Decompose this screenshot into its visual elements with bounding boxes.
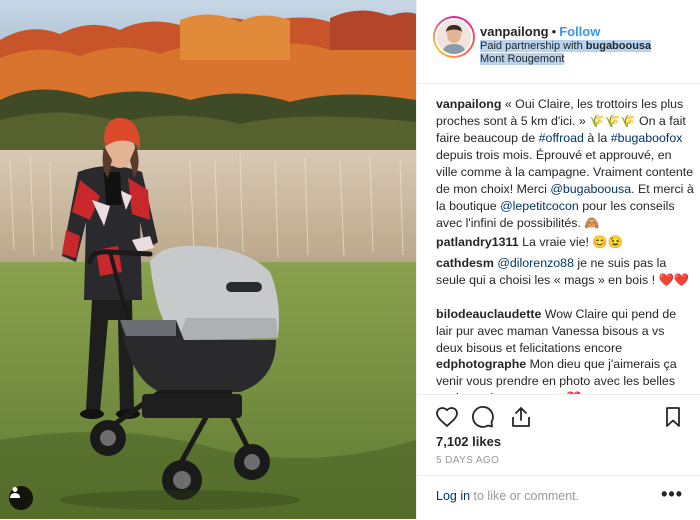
add-comment-bar: Log in to like or comment. •••: [417, 475, 700, 520]
header-text: vanpailong • Follow Paid partnership with …: [480, 24, 652, 66]
login-link[interactable]: Log in: [436, 489, 470, 503]
avatar-image: [435, 18, 473, 56]
partnership-label: Paid partnership with bugaboousa: [480, 40, 652, 53]
partner-link[interactable]: bugaboousa: [586, 40, 651, 52]
comment-username[interactable]: cathdesm: [436, 256, 494, 270]
photo-illustration: [0, 0, 416, 519]
login-prompt-text: to like or comment.: [470, 489, 580, 503]
mention-link[interactable]: @bugaboousa: [550, 182, 631, 196]
post-photo[interactable]: [0, 0, 416, 519]
likes-count[interactable]: 7,102 likes: [436, 434, 501, 449]
instagram-post: vanpailong • Follow Paid partnership with …: [0, 0, 700, 519]
hashtag-link[interactable]: #offroad: [539, 131, 584, 145]
separator-dot: •: [551, 24, 557, 39]
location-text: Mont Rougemont: [480, 53, 565, 65]
wheat-emoji: 🌾🌾🌾: [589, 114, 636, 128]
comment-username[interactable]: bilodeauclaudette: [436, 307, 541, 321]
comment-icon[interactable]: [471, 405, 495, 429]
post-date: 5 DAYS AGO: [436, 455, 500, 466]
comment-username[interactable]: edphotographe: [436, 357, 526, 371]
avatar[interactable]: [433, 16, 475, 58]
comment-text: à la: [583, 131, 611, 145]
follow-button[interactable]: Follow: [559, 24, 600, 39]
list-item: patlandry1311 La vraie vie! 😊😉: [436, 234, 694, 251]
heart-icon[interactable]: [435, 405, 459, 429]
comment-username[interactable]: patlandry1311: [436, 235, 519, 249]
share-icon[interactable]: [509, 405, 533, 429]
comment-username[interactable]: vanpailong: [436, 97, 501, 111]
list-item: cathdesm @dilorenzo88 je ne suis pas la …: [436, 255, 694, 289]
bookmark-icon[interactable]: [661, 405, 685, 429]
username-link[interactable]: vanpailong: [480, 24, 549, 39]
post-panel: vanpailong • Follow Paid partnership with …: [416, 0, 700, 519]
comments-list[interactable]: vanpailong « Oui Claire, les trottoirs l…: [417, 84, 700, 394]
tagged-user-icon[interactable]: [9, 486, 33, 510]
partnership-prefix: Paid partnership with: [480, 40, 586, 52]
caption-comment: vanpailong « Oui Claire, les trottoirs l…: [436, 96, 694, 232]
comment-text: La vraie vie! 😊😉: [518, 235, 624, 249]
location-link[interactable]: Mont Rougemont: [480, 53, 651, 66]
mention-link[interactable]: @lepetitcocon: [500, 199, 579, 213]
list-item: edphotographe Mon dieu que j'aimerais ça…: [436, 356, 694, 394]
login-prompt: Log in to like or comment.: [436, 489, 579, 503]
more-options-icon[interactable]: •••: [661, 484, 683, 505]
post-actions: 7,102 likes 5 DAYS AGO Log in to like or…: [417, 394, 700, 519]
list-item: bilodeauclaudette Wow Claire qui pend de…: [436, 306, 694, 357]
post-header: vanpailong • Follow Paid partnership with …: [417, 0, 700, 84]
mention-link[interactable]: @dilorenzo88: [497, 256, 574, 270]
hashtag-link[interactable]: #bugaboofox: [611, 131, 683, 145]
